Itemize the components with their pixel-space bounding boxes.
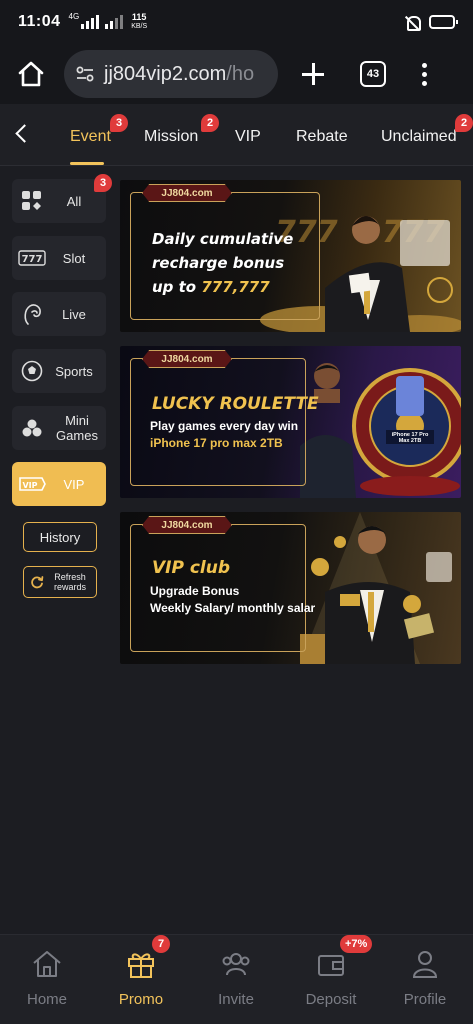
url-text: jj804vip2.com/ho [104, 63, 254, 86]
signal-icon [81, 15, 100, 29]
vip-tag-icon: VIP [18, 473, 46, 495]
banner-brand-tag: JJ804.com [142, 184, 232, 202]
bottom-navigation: Home Promo 7 Invite Deposit +7% Profile [0, 934, 473, 1024]
history-button[interactable]: History [23, 522, 97, 552]
active-tab-indicator [70, 162, 104, 165]
person-icon [412, 951, 438, 978]
url-bar[interactable]: jj804vip2.com/ho [64, 50, 278, 98]
promo-badge: 7 [152, 935, 170, 953]
new-tab-button[interactable] [298, 59, 328, 89]
tab-mission[interactable]: Mission [144, 128, 198, 146]
promo-category-tabs: Event 3 Mission 2 VIP Rebate Unclaimed 2 [0, 104, 473, 166]
url-domain: jj804vip2.com [104, 62, 227, 85]
browser-toolbar: jj804vip2.com/ho 43 [0, 44, 473, 104]
nav-profile[interactable]: Profile [378, 943, 472, 1013]
banner-highlight-amount: 777,777 [201, 278, 270, 296]
speed-value: 115 [131, 12, 147, 22]
sidebar-item-label: Live [62, 306, 86, 322]
banner-line: Upgrade Bonus [150, 584, 240, 598]
tab-switcher-button[interactable]: 43 [360, 61, 386, 87]
dealer-icon [18, 303, 46, 325]
tab-mission-badge: 2 [201, 114, 219, 132]
nav-label: Promo [118, 991, 164, 1008]
nav-label: Home [26, 991, 67, 1008]
banner-line: up to 777,777 [152, 278, 270, 296]
refresh-icon [31, 576, 44, 589]
network-speed: 115 KB/S [131, 13, 147, 31]
sidebar-item-vip[interactable]: VIP VIP [12, 462, 106, 506]
status-bar: 11:04 4G 115 KB/S [0, 0, 473, 44]
signal-2-icon [105, 15, 124, 29]
tab-vip[interactable]: VIP [235, 128, 261, 146]
back-arrow-icon[interactable] [12, 124, 32, 144]
svg-text:777: 777 [22, 254, 43, 265]
slot-777-icon: 777 [18, 247, 46, 269]
people-icon [222, 953, 250, 976]
banner-title: LUCKY ROULETTE [152, 394, 319, 414]
refresh-rewards-label: Refresh rewards [53, 572, 86, 592]
sidebar-item-all[interactable]: All [12, 179, 106, 223]
sidebar-item-label: VIP [63, 476, 85, 492]
roulette-prize-label: iPhone 17 Pro Max 2TB [391, 432, 429, 444]
tab-unclaimed-badge: 2 [455, 114, 473, 132]
banner-line-prefix: up to [152, 278, 202, 296]
clock: 11:04 [18, 13, 61, 30]
nav-deposit[interactable]: Deposit [284, 943, 378, 1013]
url-path: /ho [226, 62, 255, 85]
sidebar-all-badge: 3 [94, 174, 112, 192]
nav-label: Invite [218, 991, 254, 1008]
sidebar-item-label: Mini Games [56, 413, 98, 443]
nav-home[interactable]: Home [0, 943, 94, 1013]
banner-title: VIP club [152, 558, 231, 578]
banner-brand-tag: JJ804.com [142, 516, 232, 534]
banner-brand-tag: JJ804.com [142, 350, 232, 368]
gift-icon [128, 953, 154, 978]
grid-icon [18, 190, 46, 212]
tab-unclaimed[interactable]: Unclaimed [381, 128, 457, 146]
nav-invite[interactable]: Invite [189, 943, 283, 1013]
banner-line: recharge bonus [152, 254, 285, 272]
promo-banner-vip-club[interactable]: JJ804.com VIP club Upgrade Bonus Weekly … [120, 512, 461, 664]
svg-text:VIP: VIP [22, 481, 37, 490]
sidebar-item-label: Sports [55, 363, 93, 379]
mini-games-icon [18, 417, 46, 439]
nav-label: Profile [403, 991, 447, 1008]
refresh-rewards-button[interactable]: Refresh rewards [23, 566, 97, 598]
tab-event[interactable]: Event [70, 128, 111, 146]
tab-event-badge: 3 [110, 114, 128, 132]
banner-line: Play games every day win [150, 419, 299, 433]
soccer-ball-icon [18, 360, 46, 382]
promo-banner-daily-recharge[interactable]: 777 777 JJ804.com Daily cumulative recha… [120, 180, 461, 332]
sidebar-item-label: All [66, 193, 82, 209]
speed-unit: KB/S [131, 23, 148, 30]
battery-icon [429, 15, 458, 29]
nav-promo[interactable]: Promo [94, 943, 188, 1013]
mute-icon [405, 15, 421, 31]
home-icon [33, 951, 61, 977]
wallet-icon [318, 955, 344, 976]
sidebar-item-sports[interactable]: Sports [12, 349, 106, 393]
nav-label: Deposit [305, 991, 357, 1008]
sidebar-item-label: Slot [62, 250, 86, 266]
promo-banner-lucky-roulette[interactable]: iPhone 17 Pro Max 2TB JJ804.com LUCKY RO… [120, 346, 461, 498]
browser-menu-button[interactable] [422, 62, 428, 86]
browser-home-button[interactable] [14, 57, 48, 91]
sidebar-item-live[interactable]: Live [12, 292, 106, 336]
site-settings-icon[interactable] [76, 66, 94, 82]
home-icon [18, 61, 44, 87]
tab-rebate[interactable]: Rebate [296, 128, 348, 146]
network-type: 4G [68, 12, 80, 21]
banner-line: iPhone 17 pro max 2TB [150, 436, 283, 450]
banner-line: Weekly Salary/ monthly salar [150, 601, 316, 615]
banner-line: Daily cumulative [152, 230, 294, 248]
sidebar-item-mini-games[interactable]: Mini Games [12, 406, 106, 450]
deposit-bonus-badge: +7% [340, 935, 373, 953]
sidebar-item-slot[interactable]: 777 Slot [12, 236, 106, 280]
